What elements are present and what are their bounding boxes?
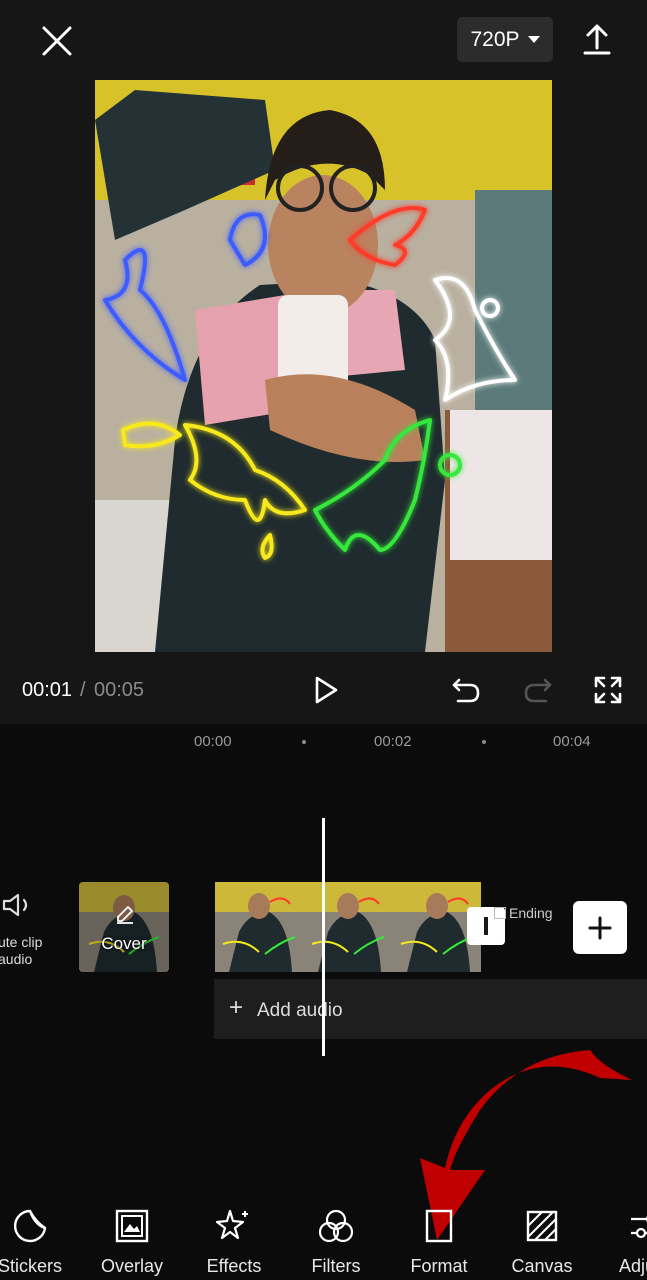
edit-pencil-icon [117,906,133,924]
add-audio-button[interactable]: + Add audio [214,979,647,1039]
fullscreen-icon[interactable] [588,670,628,710]
speaker-icon [2,893,28,917]
caret-down-icon [527,36,540,43]
resolution-label: 720P [470,27,520,51]
canvas-icon [526,1210,558,1242]
toolbar-effects[interactable]: Effects [184,1196,284,1280]
ruler-tick: 00:00 [194,733,232,750]
mute-label-line1: ute clip [0,934,43,950]
filters-icon [318,1209,354,1243]
toolbar-overlay[interactable]: Overlay [82,1196,182,1280]
time-separator: / [80,679,86,701]
play-icon[interactable] [306,670,346,710]
ending-box-icon [494,907,506,919]
video-preview[interactable] [95,80,552,652]
toolbar-label: Canvas [511,1256,573,1276]
toolbar-label: Effects [206,1256,262,1276]
ruler-dot [482,740,486,744]
toolbar-stickers[interactable]: Stickers [0,1196,80,1280]
effects-star-icon [215,1209,248,1240]
overlay-icon [115,1209,149,1243]
toolbar-label: Overlay [100,1256,163,1276]
sticker-icon [14,1209,47,1243]
current-time: 00:01 [22,679,73,701]
add-clip-button[interactable] [573,901,627,954]
export-icon[interactable] [574,16,620,62]
close-icon[interactable] [34,18,80,64]
ruler-dot [302,740,306,744]
ruler-tick: 00:02 [374,733,412,750]
redo-icon[interactable] [518,670,558,710]
ruler-tick: 00:04 [553,733,591,750]
toolbar-canvas[interactable]: Canvas [492,1196,592,1280]
playhead[interactable] [322,818,325,1056]
clip-thumbnail [215,882,304,972]
plus-icon [588,916,612,939]
resolution-dropdown[interactable]: 720P [457,17,553,62]
plus-icon: + [229,994,244,1021]
toolbar-label: Stickers [0,1256,62,1276]
transition-icon [484,917,488,935]
cover-label: Cover [101,934,147,953]
adjust-icon [631,1215,647,1239]
total-time: 00:05 [94,679,145,701]
toolbar-label: Adju [619,1256,647,1276]
toolbar-filters[interactable]: Filters [286,1196,386,1280]
cover-button[interactable]: Cover [79,882,169,972]
toolbar-format[interactable]: Format [389,1196,489,1280]
toolbar-label: Format [410,1256,468,1276]
bottom-toolbar: Stickers Overlay Effects Filters Format … [0,1196,647,1280]
format-icon [425,1209,453,1243]
ending-label: Ending [509,905,553,921]
undo-icon[interactable] [446,670,486,710]
toolbar-adjust[interactable]: Adju [596,1196,647,1280]
add-audio-label: Add audio [257,1000,343,1021]
ending-button[interactable]: Ending [494,905,553,921]
clip-thumbnail [304,882,393,972]
video-track[interactable] [215,882,481,972]
toolbar-label: Filters [311,1256,361,1276]
mute-label-line2: audio [0,951,33,967]
